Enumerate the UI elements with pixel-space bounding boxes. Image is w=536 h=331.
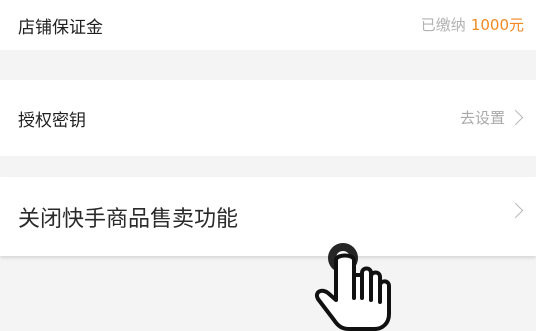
deposit-paid-text: 已缴纳 xyxy=(420,16,466,34)
deposit-status: 已缴纳 1000元 xyxy=(421,14,524,35)
authorization-key-action[interactable]: 去设置 xyxy=(460,107,524,128)
deposit-label: 店铺保证金 xyxy=(18,18,103,38)
hand-pointer-icon xyxy=(315,243,391,331)
chevron-right-icon xyxy=(507,202,524,219)
close-product-selling-row[interactable]: 关闭快手商品售卖功能 xyxy=(0,177,536,256)
deposit-amount: 1000元 xyxy=(470,16,524,34)
close-product-selling-label: 关闭快手商品售卖功能 xyxy=(18,207,239,232)
authorization-key-label: 授权密钥 xyxy=(18,111,86,131)
chevron-right-icon xyxy=(507,109,524,126)
setup-link[interactable]: 去设置 xyxy=(460,107,505,128)
deposit-row[interactable]: 店铺保证金 已缴纳 1000元 xyxy=(0,0,536,50)
close-product-selling-arrow xyxy=(505,202,524,219)
authorization-key-row[interactable]: 授权密钥 去设置 xyxy=(0,80,536,156)
